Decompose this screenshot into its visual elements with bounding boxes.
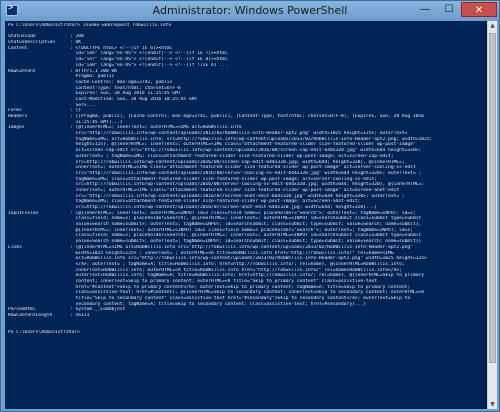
- scroll-down-arrow-icon[interactable]: ▼: [488, 400, 497, 409]
- field-value: : 56121: [70, 313, 90, 319]
- close-button[interactable]: ✕: [461, 2, 497, 17]
- powershell-window: Administrator: Windows PowerShell — ☐ ✕ …: [0, 0, 500, 412]
- scrollbar-thumb[interactable]: [489, 33, 496, 363]
- final-prompt[interactable]: PS C:\Users\Administrator>: [8, 330, 484, 336]
- title-bar[interactable]: Administrator: Windows PowerShell — ☐ ✕: [1, 1, 499, 21]
- field-key: RawContentLength: [8, 313, 53, 319]
- vertical-scrollbar[interactable]: ▲ ▼: [487, 21, 497, 409]
- minimize-button[interactable]: —: [413, 2, 437, 17]
- scroll-up-arrow-icon[interactable]: ▲: [488, 21, 497, 30]
- maximize-button[interactable]: ☐: [437, 2, 461, 17]
- response-fields: StatusCode: 200 StatusDescription: OK Cont…: [8, 34, 484, 318]
- field-value: : {[Pragma, public], [Cache-Control, max…: [70, 114, 425, 119]
- console-output[interactable]: PS C:\Users\Administrator> invoke-webreq…: [5, 21, 487, 409]
